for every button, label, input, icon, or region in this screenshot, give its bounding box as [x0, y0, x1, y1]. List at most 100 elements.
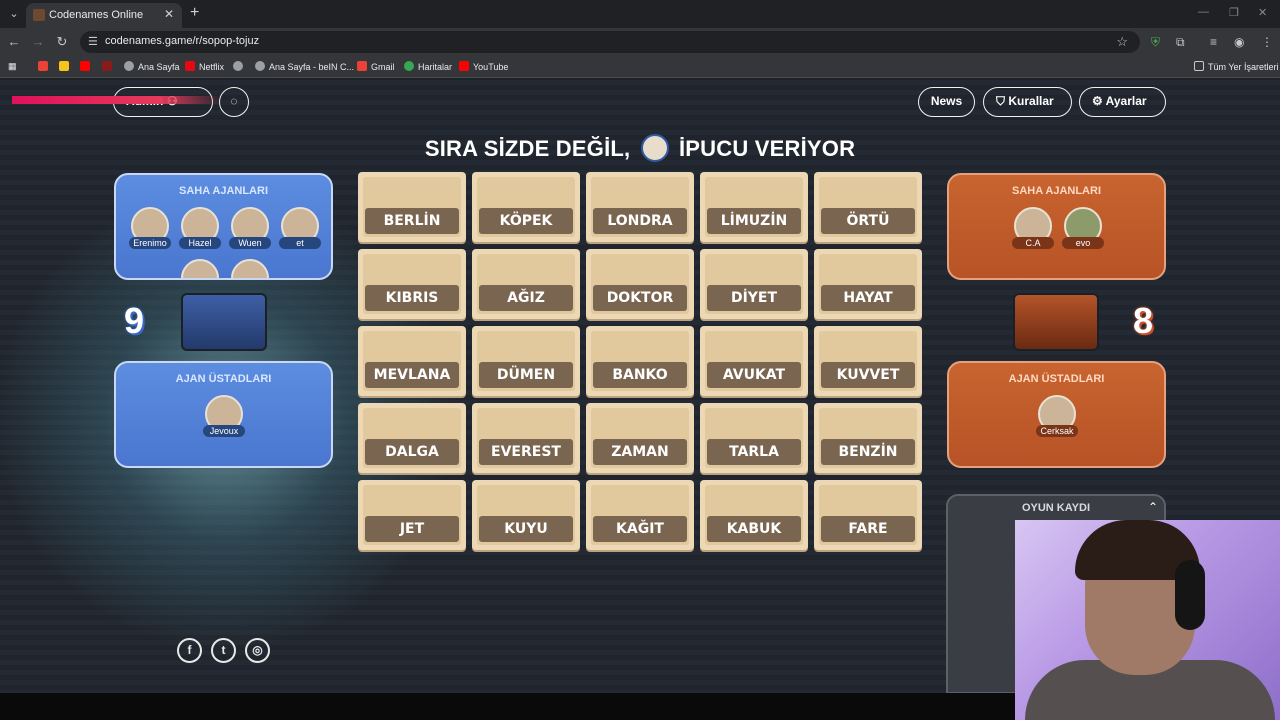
minimize-icon[interactable]: — [1198, 6, 1209, 18]
player-avatar[interactable]: C.A [1012, 207, 1054, 249]
news-button[interactable]: News [918, 87, 975, 117]
timer-button[interactable]: ◌ [219, 87, 249, 117]
twitter-icon[interactable]: t [211, 638, 236, 663]
word-card[interactable]: MEVLANA [358, 326, 466, 396]
url-text: codenames.game/r/sopop-tojuz [105, 35, 260, 47]
bookmark-bein[interactable]: Ana Sayfa - beIN C... [255, 61, 354, 72]
blue-spymasters-panel: AJAN ÜSTADLARI Jevoux [114, 361, 333, 468]
player-avatar[interactable] [229, 259, 271, 278]
player-avatar[interactable]: Erenimo [129, 207, 171, 249]
word-card[interactable]: DOKTOR [586, 249, 694, 319]
browser-tab-bar: ⌄ Codenames Online ✕ + — ❐ ✕ [0, 0, 1280, 28]
gmail-bookmark-icon[interactable] [38, 61, 52, 72]
word-card[interactable]: KIBRIS [358, 249, 466, 319]
blue-spymaster-card-image [181, 293, 267, 351]
settings-button[interactable]: ⚙ Ayarlar [1079, 87, 1166, 117]
word-card[interactable]: KUVVET [814, 326, 922, 396]
player-avatar[interactable]: Hazel [179, 207, 221, 249]
word-card[interactable]: KÖPEK [472, 172, 580, 242]
word-card[interactable]: BENZİN [814, 403, 922, 473]
player-avatar[interactable] [179, 259, 221, 278]
word-card[interactable]: DALGA [358, 403, 466, 473]
codenames-favicon-icon [33, 9, 45, 21]
blue-score: 9 [124, 300, 145, 341]
new-tab-icon[interactable]: + [190, 4, 199, 22]
webcam-overlay [1015, 520, 1280, 720]
site-info-icon[interactable]: ☰ [88, 35, 98, 48]
address-bar[interactable]: ☰ codenames.game/r/sopop-tojuz ☆ [80, 31, 1140, 53]
bookmark-gmail[interactable]: Gmail [357, 61, 395, 72]
red-spymasters-panel: AJAN ÜSTADLARI Cerksak [947, 361, 1166, 468]
gear-icon: ⚙ [1092, 94, 1103, 108]
blue-spymasters-title: AJAN ÜSTADLARI [175, 373, 272, 385]
red-operatives-title: SAHA AJANLARI [1011, 185, 1102, 197]
headset-mic-icon [1175, 560, 1205, 630]
word-card[interactable]: DÜMEN [472, 326, 580, 396]
all-bookmarks[interactable]: Tüm Yer İşaretleri [1194, 61, 1279, 72]
bookmark-star-icon[interactable]: ☆ [1116, 34, 1128, 50]
red-spymasters-title: AJAN ÜSTADLARI [1008, 373, 1105, 385]
back-icon[interactable]: ← [6, 34, 22, 49]
bookmarks-bar: ▦ Ana Sayfa Netflix Ana Sayfa - beIN C..… [0, 56, 1280, 78]
rules-button[interactable]: ⛉ Kurallar [983, 87, 1072, 117]
youtube-bookmark-icon[interactable] [80, 61, 94, 72]
reading-list-icon[interactable]: ≡ [1210, 35, 1217, 49]
window-close-icon[interactable]: ✕ [1258, 6, 1267, 19]
timer-icon: ◌ [230, 94, 238, 108]
red-operatives-panel: SAHA AJANLARI C.A evo [947, 173, 1166, 280]
bookmark-icon[interactable] [233, 61, 247, 72]
word-card[interactable]: KUYU [472, 480, 580, 550]
reload-icon[interactable]: ↻ [54, 34, 70, 50]
player-avatar[interactable]: et [279, 207, 321, 249]
tab-search-icon[interactable]: ⌄ [6, 6, 22, 22]
tab-title: Codenames Online [49, 9, 144, 21]
word-card[interactable]: DİYET [700, 249, 808, 319]
word-card[interactable]: TARLA [700, 403, 808, 473]
profile-avatar-icon[interactable]: ◉ [1234, 35, 1244, 49]
bookmark-youtube[interactable]: YouTube [459, 61, 508, 72]
spymaster-avatar-icon [640, 134, 669, 162]
red-spymaster-card-image [1013, 293, 1099, 351]
word-card[interactable]: KABUK [700, 480, 808, 550]
menu-kebab-icon[interactable]: ⋮ [1261, 35, 1273, 49]
blue-operatives-panel: SAHA AJANLARI Erenimo Hazel Wuen et [114, 173, 333, 280]
word-card[interactable]: ÖRTÜ [814, 172, 922, 242]
spymaster-avatar[interactable]: Cerksak [1036, 395, 1078, 437]
player-avatar[interactable]: Wuen [229, 207, 271, 249]
bookmark-icon[interactable] [102, 61, 116, 72]
word-card[interactable]: KAĞIT [586, 480, 694, 550]
bookmark-ana-sayfa[interactable]: Ana Sayfa [124, 61, 180, 72]
blue-operatives-title: SAHA AJANLARI [178, 185, 269, 197]
instagram-icon[interactable]: ◎ [245, 638, 270, 663]
word-card[interactable]: FARE [814, 480, 922, 550]
word-card[interactable]: EVEREST [472, 403, 580, 473]
word-card[interactable]: ZAMAN [586, 403, 694, 473]
bookmark-netflix[interactable]: Netflix [185, 61, 224, 72]
red-score: 8 [1133, 300, 1154, 341]
word-card[interactable]: AVUKAT [700, 326, 808, 396]
facebook-icon[interactable]: f [177, 638, 202, 663]
spymaster-avatar[interactable]: Jevoux [203, 395, 245, 437]
word-card[interactable]: AĞIZ [472, 249, 580, 319]
word-card[interactable]: LONDRA [586, 172, 694, 242]
browser-toolbar: ← → ↻ ☰ codenames.game/r/sopop-tojuz ☆ ⛨… [0, 28, 1280, 56]
close-tab-icon[interactable]: ✕ [164, 7, 174, 21]
bookmark-icon[interactable] [59, 61, 73, 72]
chevron-up-icon[interactable]: ⌃ [1148, 500, 1158, 514]
word-card[interactable]: BERLİN [358, 172, 466, 242]
browser-tab[interactable]: Codenames Online ✕ [26, 3, 182, 28]
word-card[interactable]: HAYAT [814, 249, 922, 319]
restore-icon[interactable]: ❐ [1229, 6, 1239, 19]
bookmark-haritalar[interactable]: Haritalar [404, 61, 452, 72]
game-log-title: OYUN KAYDI [1021, 502, 1091, 514]
forward-icon[interactable]: → [30, 34, 46, 49]
word-card[interactable]: LİMUZİN [700, 172, 808, 242]
stream-overlay-bar [12, 96, 222, 104]
apps-grid-icon[interactable]: ▦ [8, 61, 17, 72]
extensions-icon[interactable]: ⧉ [1176, 35, 1185, 50]
player-avatar[interactable]: evo [1062, 207, 1104, 249]
turn-status: SIRA SİZDE DEĞİL, İPUCU VERİYOR [424, 134, 856, 162]
shield-extension-icon[interactable]: ⛨ [1151, 35, 1160, 50]
word-card[interactable]: BANKO [586, 326, 694, 396]
word-card[interactable]: JET [358, 480, 466, 550]
